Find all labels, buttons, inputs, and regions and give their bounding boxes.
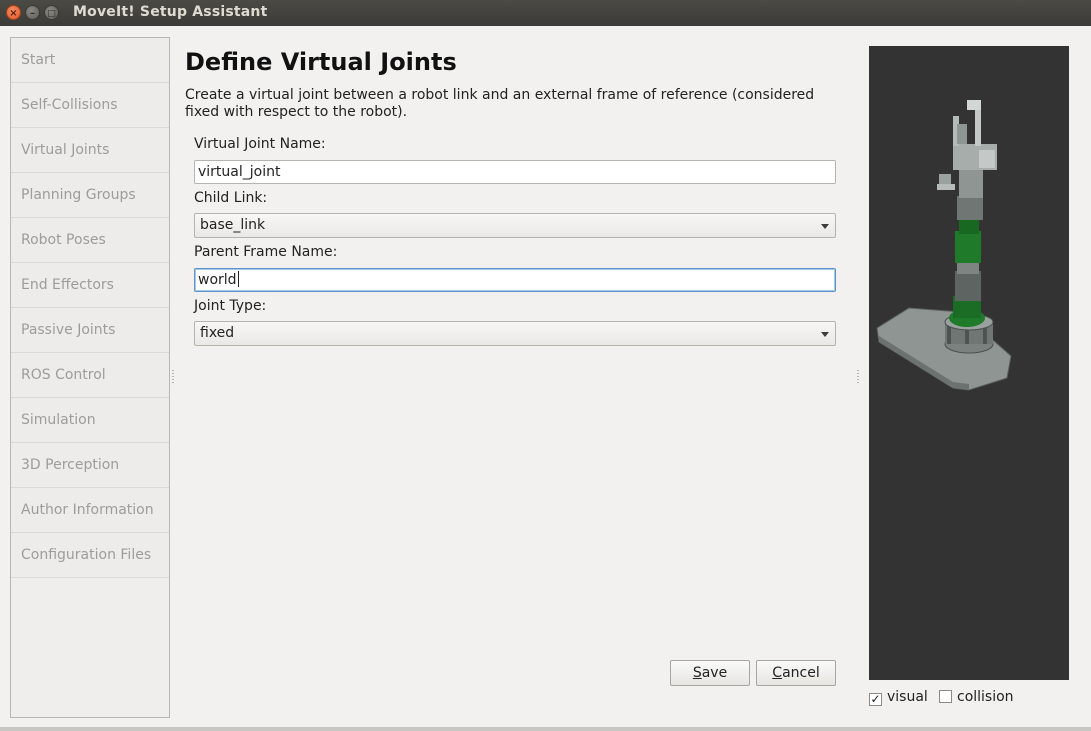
- robot-model-render: [876, 100, 1012, 391]
- close-icon: ×: [9, 8, 18, 19]
- joint-type-value: fixed: [200, 325, 235, 341]
- sidebar-item-passive-joints[interactable]: Passive Joints: [11, 308, 169, 353]
- window-bottom-edge: [0, 727, 1091, 731]
- maximize-window-button[interactable]: □: [44, 5, 59, 20]
- text-caret: [237, 271, 239, 287]
- joint-type-dropdown[interactable]: fixed: [194, 321, 836, 346]
- minimize-window-button[interactable]: –: [25, 5, 40, 20]
- sidebar-item-robot-poses[interactable]: Robot Poses: [11, 218, 169, 263]
- sidebar-item-configuration-files[interactable]: Configuration Files: [11, 533, 169, 578]
- virtual-joint-name-input[interactable]: virtual_joint: [194, 160, 836, 184]
- visual-toggle[interactable]: ✓ visual: [869, 689, 928, 706]
- close-window-button[interactable]: ×: [6, 5, 21, 20]
- minimize-icon: –: [30, 8, 35, 19]
- collision-label: collision: [957, 689, 1014, 705]
- sidebar-item-start[interactable]: Start: [11, 38, 169, 83]
- save-mnemonic: S: [692, 665, 702, 681]
- sidebar-item-end-effectors[interactable]: End Effectors: [11, 263, 169, 308]
- cancel-mnemonic: C: [772, 665, 783, 681]
- save-button[interactable]: Save: [670, 660, 750, 686]
- chevron-down-icon: [821, 332, 829, 337]
- chevron-down-icon: [821, 224, 829, 229]
- sidebar-item-author-information[interactable]: Author Information: [11, 488, 169, 533]
- robot-3d-viewport[interactable]: [869, 46, 1069, 680]
- child-link-label: Child Link:: [194, 190, 268, 206]
- parent-frame-name-label: Parent Frame Name:: [194, 244, 338, 260]
- sidebar-nav: Start Self-Collisions Virtual Joints Pla…: [10, 37, 170, 718]
- maximize-icon: □: [47, 9, 56, 19]
- sidebar-item-planning-groups[interactable]: Planning Groups: [11, 173, 169, 218]
- sidebar-item-ros-control[interactable]: ROS Control: [11, 353, 169, 398]
- page-description: Create a virtual joint between a robot l…: [185, 87, 815, 120]
- child-link-dropdown[interactable]: base_link: [194, 213, 836, 238]
- joint-type-label: Joint Type:: [194, 298, 267, 314]
- left-splitter-handle[interactable]: [172, 370, 174, 384]
- visual-label: visual: [887, 689, 928, 705]
- page-title: Define Virtual Joints: [185, 48, 457, 76]
- cancel-button[interactable]: Cancel: [756, 660, 836, 686]
- save-label: ave: [701, 665, 728, 681]
- sidebar-item-virtual-joints[interactable]: Virtual Joints: [11, 128, 169, 173]
- visual-checkbox[interactable]: ✓: [869, 693, 882, 706]
- parent-frame-name-input[interactable]: world: [194, 268, 836, 292]
- sidebar-item-3d-perception[interactable]: 3D Perception: [11, 443, 169, 488]
- sidebar-item-self-collisions[interactable]: Self-Collisions: [11, 83, 169, 128]
- window-title: MoveIt! Setup Assistant: [73, 4, 268, 20]
- window-titlebar[interactable]: × – □ MoveIt! Setup Assistant: [0, 0, 1091, 26]
- child-link-value: base_link: [200, 217, 266, 233]
- sidebar-item-simulation[interactable]: Simulation: [11, 398, 169, 443]
- collision-toggle[interactable]: collision: [939, 689, 1014, 705]
- right-splitter-handle[interactable]: [857, 370, 859, 384]
- collision-checkbox[interactable]: [939, 690, 952, 703]
- virtual-joint-name-label: Virtual Joint Name:: [194, 136, 326, 152]
- cancel-label: ancel: [782, 665, 820, 681]
- parent-frame-value: world: [198, 272, 237, 288]
